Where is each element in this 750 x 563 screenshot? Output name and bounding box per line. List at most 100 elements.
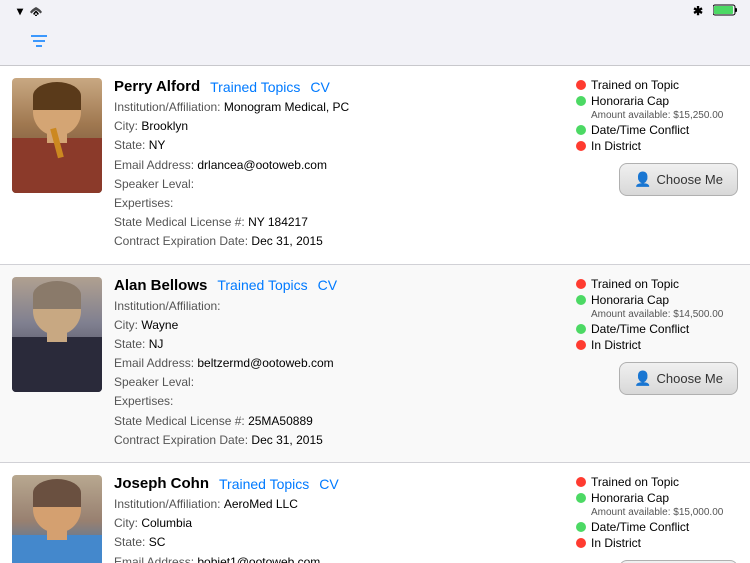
honoraria-amount: Amount available: $14,500.00 (591, 309, 723, 320)
speaker-name: Perry Alford (114, 78, 200, 95)
filter-icon[interactable] (30, 33, 48, 54)
speaker-institution: Institution/Affiliation: AeroMed LLC (114, 495, 568, 514)
district-label: In District (591, 536, 641, 550)
trained-on-topic-status: Trained on Topic (576, 277, 679, 291)
speaker-photo (12, 78, 102, 193)
honoraria-cap-dot (576, 493, 586, 503)
wifi-icon: ▾ (17, 4, 23, 18)
speaker-info: Perry Alford Trained Topics CV Instituti… (114, 78, 568, 252)
district-dot (576, 538, 586, 548)
district-label: In District (591, 338, 641, 352)
status-bar: ▾ ✱ (0, 0, 750, 22)
speaker-expertises: Expertises: (114, 194, 568, 213)
datetime-dot (576, 324, 586, 334)
datetime-conflict-status: Date/Time Conflict (576, 520, 689, 534)
speaker-level: Speaker Leval: (114, 373, 568, 392)
speaker-email: Email Address: beltzermd@ootoweb.com (114, 354, 568, 373)
status-right: ✱ (693, 4, 738, 19)
person-icon: 👤 (634, 171, 651, 188)
in-district-status: In District (576, 536, 641, 550)
honoraria-cap-status: Honoraria Cap (576, 293, 669, 307)
speaker-contract: Contract Expiration Date: Dec 31, 2015 (114, 431, 568, 450)
datetime-label: Date/Time Conflict (591, 123, 689, 137)
datetime-conflict-status: Date/Time Conflict (576, 322, 689, 336)
person-icon: 👤 (634, 370, 651, 387)
speaker-name-row: Alan Bellows Trained Topics CV (114, 277, 568, 294)
choose-me-label: Choose Me (657, 172, 723, 187)
honoraria-amount: Amount available: $15,250.00 (591, 110, 723, 121)
speaker-photo (12, 277, 102, 392)
speaker-photo (12, 475, 102, 563)
speaker-expertises: Expertises: (114, 392, 568, 411)
district-dot (576, 141, 586, 151)
speaker-license: State Medical License #: NY 184217 (114, 213, 568, 232)
honoraria-cap-dot (576, 295, 586, 305)
speaker-info: Joseph Cohn Trained Topics CV Institutio… (114, 475, 568, 563)
wifi-bars-icon (28, 4, 44, 19)
speaker-status-panel: Trained on Topic Honoraria Cap Amount av… (568, 277, 738, 451)
district-label: In District (591, 139, 641, 153)
status-left: ▾ (12, 4, 44, 19)
trained-topic-dot (576, 279, 586, 289)
trained-on-topic-status: Trained on Topic (576, 78, 679, 92)
speaker-name: Joseph Cohn (114, 475, 209, 492)
trained-topic-dot (576, 80, 586, 90)
nav-bar (0, 22, 750, 66)
in-district-status: In District (576, 139, 641, 153)
cv-link[interactable]: CV (318, 277, 337, 293)
battery-icon (713, 4, 738, 19)
trained-topics-link[interactable]: Trained Topics (219, 476, 309, 492)
choose-me-button[interactable]: 👤 Choose Me (619, 362, 738, 395)
speaker-email: Email Address: drlancea@ootoweb.com (114, 156, 568, 175)
honoraria-cap-status: Honoraria Cap (576, 491, 669, 505)
cv-link[interactable]: CV (319, 476, 338, 492)
speaker-status-panel: Trained on Topic Honoraria Cap Amount av… (568, 475, 738, 563)
datetime-label: Date/Time Conflict (591, 520, 689, 534)
district-dot (576, 340, 586, 350)
trained-topic-label: Trained on Topic (591, 475, 679, 489)
speaker-institution: Institution/Affiliation: (114, 297, 568, 316)
datetime-label: Date/Time Conflict (591, 322, 689, 336)
speaker-name: Alan Bellows (114, 277, 207, 294)
speaker-list: Perry Alford Trained Topics CV Instituti… (0, 66, 750, 563)
trained-on-topic-status: Trained on Topic (576, 475, 679, 489)
honoraria-cap-dot (576, 96, 586, 106)
trained-topics-link[interactable]: Trained Topics (210, 79, 300, 95)
honoraria-amount: Amount available: $15,000.00 (591, 507, 723, 518)
honoraria-cap-label: Honoraria Cap (591, 491, 669, 505)
speaker-state: State: SC (114, 533, 568, 552)
speaker-card: Alan Bellows Trained Topics CV Instituti… (0, 265, 750, 464)
honoraria-cap-label: Honoraria Cap (591, 293, 669, 307)
speaker-city: City: Columbia (114, 514, 568, 533)
datetime-dot (576, 125, 586, 135)
trained-topic-label: Trained on Topic (591, 277, 679, 291)
trained-topics-link[interactable]: Trained Topics (217, 277, 307, 293)
speaker-name-row: Joseph Cohn Trained Topics CV (114, 475, 568, 492)
speaker-card: Perry Alford Trained Topics CV Instituti… (0, 66, 750, 265)
speaker-status-panel: Trained on Topic Honoraria Cap Amount av… (568, 78, 738, 252)
speaker-card: Joseph Cohn Trained Topics CV Institutio… (0, 463, 750, 563)
speaker-city: City: Wayne (114, 316, 568, 335)
in-district-status: In District (576, 338, 641, 352)
speaker-name-row: Perry Alford Trained Topics CV (114, 78, 568, 95)
speaker-contract: Contract Expiration Date: Dec 31, 2015 (114, 232, 568, 251)
speaker-info: Alan Bellows Trained Topics CV Instituti… (114, 277, 568, 451)
trained-topic-dot (576, 477, 586, 487)
bluetooth-icon: ✱ (693, 4, 703, 18)
honoraria-cap-status: Honoraria Cap (576, 94, 669, 108)
speaker-city: City: Brooklyn (114, 117, 568, 136)
choose-me-label: Choose Me (657, 371, 723, 386)
datetime-conflict-status: Date/Time Conflict (576, 123, 689, 137)
cv-link[interactable]: CV (310, 79, 329, 95)
speaker-license: State Medical License #: 25MA50889 (114, 412, 568, 431)
trained-topic-label: Trained on Topic (591, 78, 679, 92)
speaker-level: Speaker Leval: (114, 175, 568, 194)
honoraria-cap-label: Honoraria Cap (591, 94, 669, 108)
speaker-institution: Institution/Affiliation: Monogram Medica… (114, 98, 568, 117)
datetime-dot (576, 522, 586, 532)
speaker-state: State: NJ (114, 335, 568, 354)
choose-me-button[interactable]: 👤 Choose Me (619, 163, 738, 196)
speaker-email: Email Address: bobjet1@ootoweb.com (114, 553, 568, 563)
nav-left (16, 33, 48, 54)
speaker-state: State: NY (114, 136, 568, 155)
